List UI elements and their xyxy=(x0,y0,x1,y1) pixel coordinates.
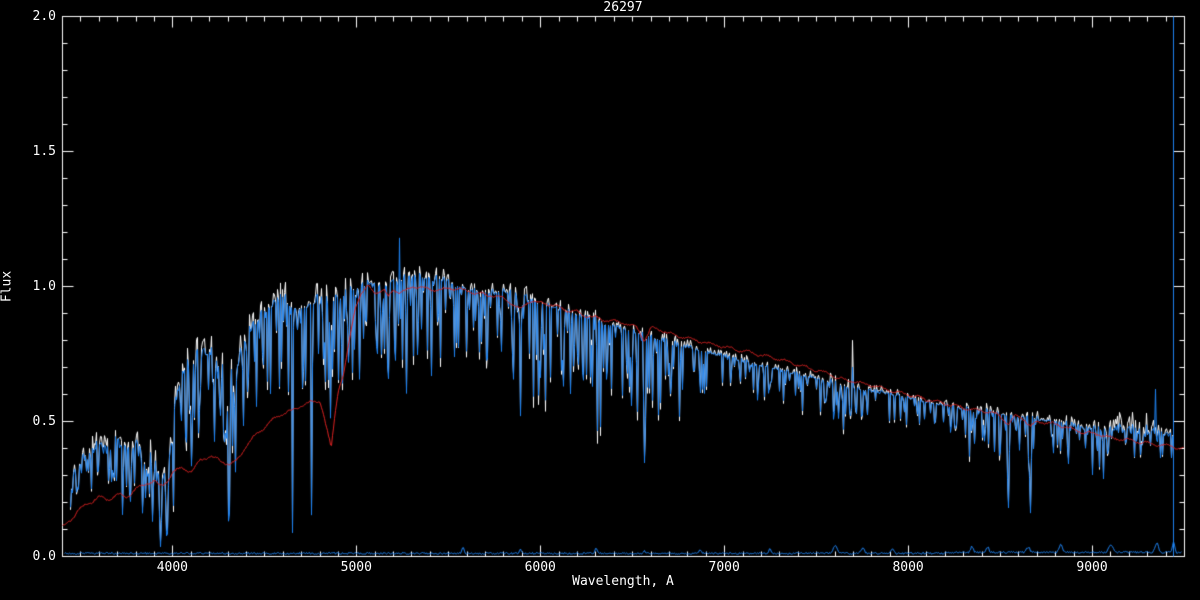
x-tick-label: 8000 xyxy=(892,560,924,575)
y-axis-label: Flux xyxy=(0,270,15,303)
x-axis-label: Wavelength, A xyxy=(572,574,674,589)
x-tick-label: 7000 xyxy=(708,560,740,575)
y-tick-label: 2.0 xyxy=(32,9,56,24)
x-tick-label: 9000 xyxy=(1076,560,1108,575)
y-tick-label: 1.5 xyxy=(32,144,56,159)
x-tick-label: 6000 xyxy=(524,560,556,575)
plot-title: 26297 xyxy=(603,0,643,15)
spectrum-plot: 26297 Flux Wavelength, A 0.0 0.5 1.0 1.5 2.0… xyxy=(0,0,1200,600)
spectrum-canvas xyxy=(0,0,1200,600)
x-tick-label: 5000 xyxy=(340,560,372,575)
x-tick-label: 4000 xyxy=(156,560,189,575)
y-tick-label: 1.0 xyxy=(32,279,56,294)
y-tick-label: 0.0 xyxy=(32,549,56,564)
y-tick-label: 0.5 xyxy=(32,414,56,429)
